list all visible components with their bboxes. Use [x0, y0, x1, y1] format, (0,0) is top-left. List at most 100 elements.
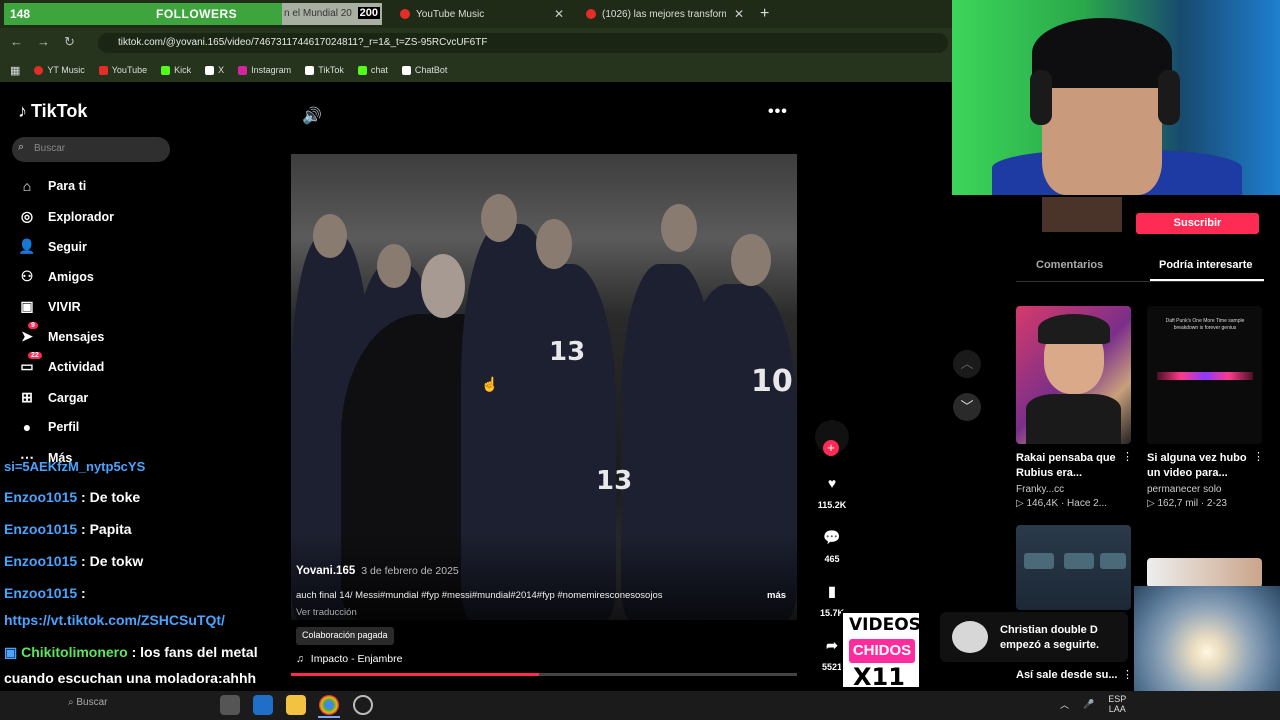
- sidebar-item-explorador[interactable]: ◎ Explorador: [18, 208, 114, 225]
- video-card-title[interactable]: Si alguna vez hubo un video para...: [1147, 451, 1262, 481]
- follow-notification[interactable]: Christian double D empezó a seguirte.: [940, 612, 1128, 662]
- sidebar-item-cargar[interactable]: ⊞ Cargar: [18, 389, 88, 406]
- player-head: [536, 219, 572, 269]
- user-follow-icon: 👤: [18, 238, 36, 254]
- tab-comments[interactable]: Comentarios: [1036, 259, 1103, 271]
- thumbnail-window: [1064, 553, 1094, 569]
- bookmark-yt-music[interactable]: YT Music: [34, 65, 85, 75]
- followers-goal-bar: 148 FOLLOWERS: [4, 3, 282, 25]
- video-card-thumbnail[interactable]: [1147, 558, 1262, 588]
- coach-head: [421, 254, 465, 318]
- translate-link[interactable]: Ver traducción: [296, 607, 357, 618]
- youtube-icon: [98, 65, 108, 75]
- video-card-title[interactable]: Rakai pensaba que Rubius era...: [1016, 451, 1126, 481]
- language-indicator[interactable]: ESP LAA: [1108, 694, 1126, 714]
- comment-action[interactable]: 💬 465: [815, 524, 849, 565]
- sidebar-item-actividad[interactable]: ▭ 22 Actividad: [18, 352, 104, 375]
- close-tab-icon[interactable]: ✕: [554, 7, 564, 21]
- tab-youtube-music[interactable]: YouTube Music ✕: [386, 3, 572, 25]
- task-view-icon[interactable]: [220, 695, 240, 715]
- video-card-author[interactable]: Franky...cc: [1016, 484, 1064, 495]
- chat-link[interactable]: https://vt.tiktok.com/ZSHCSuTQt/: [4, 612, 225, 628]
- x-icon: [205, 65, 215, 75]
- player-head: [313, 214, 347, 258]
- twitch-icon: ▣: [4, 644, 18, 660]
- video-card-author[interactable]: permanecer solo: [1147, 484, 1221, 495]
- bookmark-tiktok[interactable]: TikTok: [305, 65, 344, 75]
- thumbnail-window: [1100, 553, 1126, 569]
- video-card-title[interactable]: Así sale desde su...: [1016, 668, 1126, 683]
- followers-count: 148: [10, 7, 31, 21]
- player-head: [377, 244, 411, 288]
- player-head: [481, 194, 517, 242]
- new-tab-button[interactable]: +: [760, 5, 769, 23]
- music-link[interactable]: ♫ Impacto - Enjambre: [296, 653, 402, 665]
- tiktok-logo[interactable]: ♪ TikTok: [18, 101, 87, 122]
- video-progress-bar[interactable]: [291, 673, 797, 676]
- search-icon: ⌕: [18, 141, 25, 153]
- forward-icon[interactable]: →: [37, 34, 50, 50]
- url-field[interactable]: tiktok.com/@yovani.165/video/74673117446…: [98, 33, 948, 53]
- chevron-up-icon[interactable]: ︿: [1060, 698, 1069, 711]
- apps-grid-icon[interactable]: ▦: [10, 64, 20, 77]
- reload-icon[interactable]: ↻: [64, 34, 75, 50]
- music-note-icon: ♫: [296, 653, 304, 665]
- subscribe-button[interactable]: Suscribir: [1136, 213, 1259, 234]
- previous-video-button[interactable]: ︿: [953, 350, 981, 378]
- caption-more-link[interactable]: más: [767, 590, 786, 601]
- card-menu-icon[interactable]: ⋮: [1122, 450, 1133, 463]
- bookmark-kick[interactable]: Kick: [161, 65, 191, 75]
- card-menu-icon[interactable]: ⋮: [1122, 668, 1133, 681]
- tab-mundial-label[interactable]: n el Mundial 20: [284, 8, 352, 19]
- play-icon: ▷: [1016, 498, 1027, 509]
- sidebar-item-amigos[interactable]: ⚇ Amigos: [18, 268, 94, 285]
- sidebar-item-perfil[interactable]: ● Perfil: [18, 419, 80, 435]
- active-app-indicator: [318, 716, 340, 718]
- close-tab-icon[interactable]: ✕: [734, 7, 744, 21]
- video-author[interactable]: Yovani.165 3 de febrero de 2025: [296, 565, 459, 577]
- comment-count: 465: [824, 554, 840, 564]
- chat-username: Chikitolimonero: [21, 644, 128, 660]
- bookmark-chat[interactable]: chat: [357, 65, 388, 75]
- sound-icon[interactable]: 🔊: [302, 106, 322, 126]
- video-card-thumbnail[interactable]: [1016, 525, 1131, 610]
- video-player[interactable]: 13 10 13: [291, 154, 797, 620]
- bookmark-instagram[interactable]: Instagram: [238, 65, 291, 75]
- back-icon[interactable]: ←: [10, 34, 23, 50]
- progress-fill: [291, 673, 539, 676]
- tab-youtube-transformaciones[interactable]: (1026) las mejores transformac ✕: [572, 3, 752, 25]
- sidebar-item-para-ti[interactable]: ⌂ Para ti: [18, 178, 86, 194]
- bookmark-youtube[interactable]: YouTube: [98, 65, 147, 75]
- outlook-icon[interactable]: [253, 695, 273, 715]
- tab-label: (1026) las mejores transformac: [602, 8, 726, 20]
- search-input[interactable]: ⌕ Buscar: [12, 137, 170, 162]
- sidebar-item-mensajes[interactable]: ➤ 9 Mensajes: [18, 322, 104, 345]
- sidebar-item-seguir[interactable]: 👤 Seguir: [18, 238, 87, 255]
- play-icon: ▷: [1147, 498, 1158, 509]
- like-action[interactable]: ♥ 115.2K: [815, 470, 849, 510]
- video-card-thumbnail[interactable]: [1016, 306, 1131, 444]
- more-options-icon[interactable]: •••: [768, 103, 788, 121]
- tab-label: YouTube Music: [416, 8, 485, 20]
- bookmark-chatbot[interactable]: ChatBot: [401, 65, 447, 75]
- bookmark-x[interactable]: X: [205, 65, 224, 75]
- creator-thumbnail[interactable]: [1042, 197, 1122, 232]
- taskbar-search[interactable]: ⌕ Buscar: [68, 697, 108, 708]
- follow-plus-button[interactable]: +: [823, 440, 839, 456]
- video-card-thumbnail[interactable]: Daft Punk's One More Time sample breakdo…: [1147, 306, 1262, 444]
- obs-icon[interactable]: [353, 695, 373, 715]
- activity-badge: 22: [28, 352, 42, 359]
- video-date: 3 de febrero de 2025: [361, 565, 459, 577]
- microphone-icon[interactable]: 🎤: [1083, 699, 1094, 710]
- sidebar-item-vivir[interactable]: ▣ VIVIR: [18, 298, 80, 315]
- messages-badge: 9: [28, 322, 38, 329]
- tiktok-icon: [305, 65, 315, 75]
- thumbnail-cap: [1038, 314, 1110, 344]
- headphone-icon: [1030, 70, 1052, 125]
- card-menu-icon[interactable]: ⋮: [1253, 450, 1264, 463]
- chrome-icon[interactable]: [319, 695, 339, 715]
- nav-buttons: ← → ↻: [10, 34, 75, 50]
- tab-might-interest[interactable]: Podría interesarte: [1159, 259, 1253, 271]
- file-explorer-icon[interactable]: [286, 695, 306, 715]
- next-video-button[interactable]: ﹀: [953, 393, 981, 421]
